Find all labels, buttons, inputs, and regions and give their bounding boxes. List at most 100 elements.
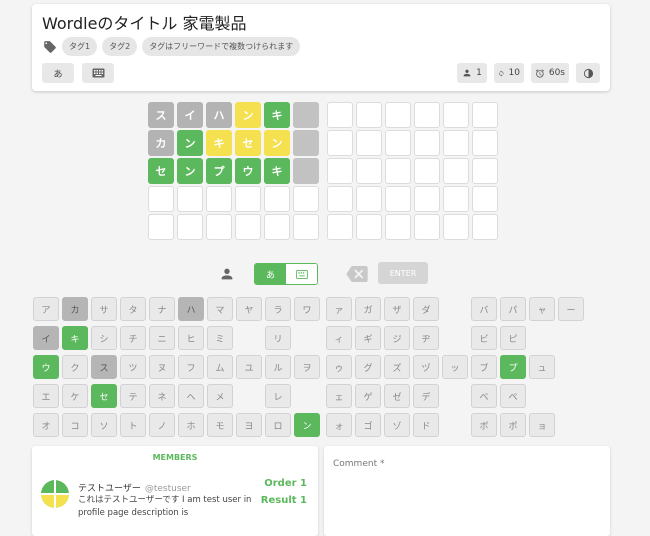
key-left[interactable]: ク xyxy=(62,355,88,379)
key-left[interactable]: ヌ xyxy=(149,355,175,379)
board-cell xyxy=(414,158,440,184)
key-left[interactable]: ツ xyxy=(120,355,146,379)
enter-button[interactable]: ENTER xyxy=(378,262,428,284)
key-left[interactable]: ア xyxy=(33,297,59,321)
key-right[interactable]: バ xyxy=(471,297,497,321)
key-left[interactable]: ノ xyxy=(149,413,175,437)
key-right[interactable]: ジ xyxy=(384,326,410,350)
key-right[interactable]: ブ xyxy=(471,355,497,379)
key-left[interactable]: ヒ xyxy=(178,326,204,350)
keyboard-mode-button[interactable] xyxy=(82,63,114,83)
key-right[interactable]: ェ xyxy=(326,384,352,408)
key-left[interactable]: オ xyxy=(33,413,59,437)
key-left[interactable]: ヨ xyxy=(236,413,262,437)
key-right[interactable]: ュ xyxy=(529,355,555,379)
key-left[interactable]: マ xyxy=(207,297,233,321)
key-left[interactable]: コ xyxy=(62,413,88,437)
key-right[interactable]: ゲ xyxy=(355,384,381,408)
key-left[interactable]: ハ xyxy=(178,297,204,321)
key-left[interactable]: シ xyxy=(91,326,117,350)
theme-toggle-button[interactable] xyxy=(576,63,600,83)
key-right[interactable]: ィ xyxy=(326,326,352,350)
key-left[interactable]: キ xyxy=(62,326,88,350)
tag-chip[interactable]: タグ1 xyxy=(62,37,98,56)
tag-chip[interactable]: タグ2 xyxy=(102,37,138,56)
key-left[interactable]: ル xyxy=(265,355,291,379)
key-left[interactable]: イ xyxy=(33,326,59,350)
key-right[interactable]: ガ xyxy=(355,297,381,321)
keyboard-icon xyxy=(92,68,104,78)
key-right[interactable]: ァ xyxy=(326,297,352,321)
key-left[interactable]: ロ xyxy=(265,413,291,437)
tag-chip[interactable]: タグはフリーワードで複数つけられます xyxy=(142,37,301,56)
key-right[interactable]: ボ xyxy=(471,413,497,437)
member-name[interactable]: テストユーザー xyxy=(78,484,141,494)
key-right[interactable]: ゾ xyxy=(384,413,410,437)
key-left[interactable]: ヤ xyxy=(236,297,262,321)
key-left[interactable]: ン xyxy=(294,413,320,437)
kana-mode-button[interactable]: あ xyxy=(42,63,74,83)
key-right[interactable]: ャ xyxy=(529,297,555,321)
key-left[interactable]: テ xyxy=(120,384,146,408)
refresh-icon xyxy=(499,69,504,77)
key-right[interactable]: ポ xyxy=(500,413,526,437)
key-left[interactable]: モ xyxy=(207,413,233,437)
key-right[interactable]: ピ xyxy=(500,326,526,350)
key-left[interactable]: メ xyxy=(207,384,233,408)
key-left[interactable]: エ xyxy=(33,384,59,408)
key-left[interactable]: レ xyxy=(265,384,291,408)
keyboard-input-button[interactable] xyxy=(286,264,317,284)
time-limit-stat: 60s xyxy=(531,63,569,83)
key-left[interactable]: タ xyxy=(120,297,146,321)
key-right[interactable]: ダ xyxy=(413,297,439,321)
key-left[interactable]: チ xyxy=(120,326,146,350)
key-right[interactable]: パ xyxy=(500,297,526,321)
kana-input-button[interactable]: あ xyxy=(255,264,286,284)
key-right[interactable]: ョ xyxy=(529,413,555,437)
key-right[interactable]: プ xyxy=(500,355,526,379)
key-right[interactable]: デ xyxy=(413,384,439,408)
key-left[interactable]: ユ xyxy=(236,355,262,379)
key-right[interactable]: ヅ xyxy=(413,355,439,379)
key-right[interactable]: ッ xyxy=(442,355,468,379)
key-left[interactable]: フ xyxy=(178,355,204,379)
key-left[interactable]: ヘ xyxy=(178,384,204,408)
key-left[interactable]: サ xyxy=(91,297,117,321)
key-left[interactable]: ホ xyxy=(178,413,204,437)
key-left[interactable]: ス xyxy=(91,355,117,379)
key-left[interactable]: ト xyxy=(120,413,146,437)
key-right[interactable]: ー xyxy=(558,297,584,321)
key-left[interactable]: ナ xyxy=(149,297,175,321)
board-cell xyxy=(206,214,232,240)
key-right[interactable]: ズ xyxy=(384,355,410,379)
key-right[interactable]: ビ xyxy=(471,326,497,350)
key-left[interactable]: ニ xyxy=(149,326,175,350)
key-left[interactable]: ワ xyxy=(294,297,320,321)
key-right[interactable]: ギ xyxy=(355,326,381,350)
backspace-button[interactable] xyxy=(346,265,368,283)
comment-field[interactable]: Comment * xyxy=(324,446,610,536)
key-right[interactable]: グ xyxy=(355,355,381,379)
key-right[interactable]: ザ xyxy=(384,297,410,321)
key-right[interactable]: ゴ xyxy=(355,413,381,437)
key-left[interactable]: ム xyxy=(207,355,233,379)
key-left[interactable]: ミ xyxy=(207,326,233,350)
member-handle: @testuser xyxy=(144,484,191,494)
key-right[interactable]: ド xyxy=(413,413,439,437)
key-right[interactable]: ォ xyxy=(326,413,352,437)
key-left[interactable]: カ xyxy=(62,297,88,321)
key-left[interactable]: ウ xyxy=(33,355,59,379)
key-left[interactable]: ラ xyxy=(265,297,291,321)
alarm-icon xyxy=(535,68,545,78)
key-right[interactable]: ゼ xyxy=(384,384,410,408)
key-left[interactable]: セ xyxy=(91,384,117,408)
key-left[interactable]: リ xyxy=(265,326,291,350)
key-left[interactable]: ネ xyxy=(149,384,175,408)
key-left[interactable]: ソ xyxy=(91,413,117,437)
key-right[interactable]: ベ xyxy=(471,384,497,408)
key-right[interactable]: ペ xyxy=(500,384,526,408)
key-left[interactable]: ヲ xyxy=(294,355,320,379)
key-right[interactable]: ゥ xyxy=(326,355,352,379)
key-right[interactable]: ヂ xyxy=(413,326,439,350)
key-left[interactable]: ケ xyxy=(62,384,88,408)
